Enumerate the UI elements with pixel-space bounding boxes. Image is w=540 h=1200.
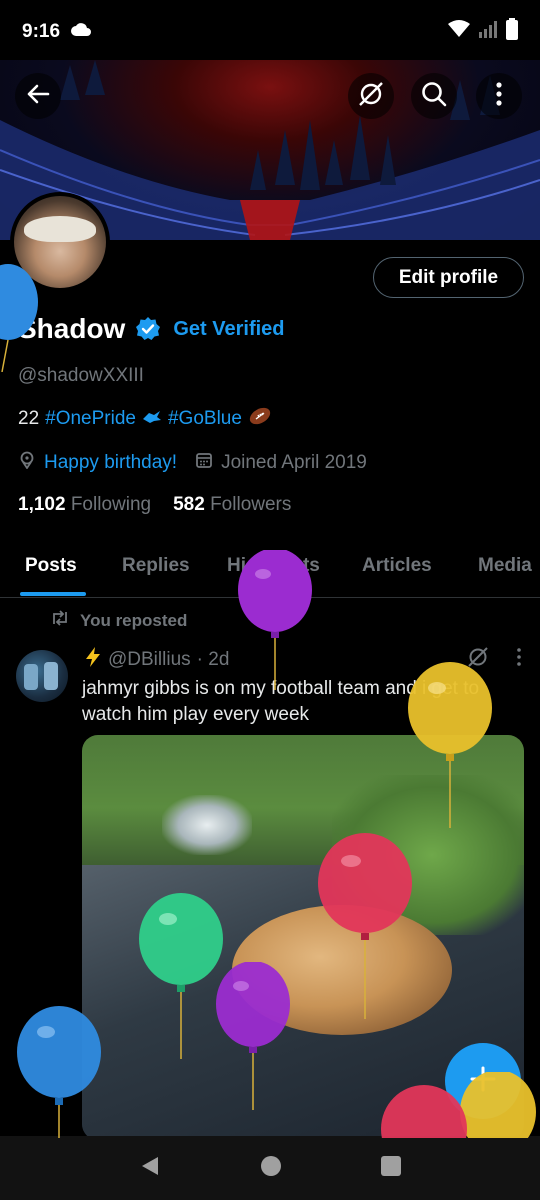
football-icon	[248, 406, 272, 432]
tab-posts[interactable]: Posts	[25, 540, 77, 577]
search-icon	[420, 80, 448, 113]
tab-articles[interactable]: Articles	[362, 540, 432, 577]
status-bar: 9:16	[0, 0, 540, 64]
balloon-purple-icon	[216, 962, 290, 1110]
repost-label: You reposted	[80, 610, 188, 630]
joined-date: Joined April 2019	[221, 452, 367, 473]
following-link[interactable]: 1,102 Following	[18, 494, 151, 516]
profile-bio: 22 #OnePride #GoBlue	[18, 406, 272, 432]
active-tab-indicator	[20, 592, 86, 596]
followers-count: 582	[173, 494, 205, 515]
post-author-avatar[interactable]	[16, 650, 68, 702]
following-count: 1,102	[18, 494, 66, 515]
arrow-left-icon	[25, 81, 51, 112]
followers-label: Followers	[210, 494, 292, 515]
follow-stats: 1,102 Following 582 Followers	[18, 494, 291, 516]
system-nav-bar	[0, 1136, 540, 1200]
tab-replies[interactable]: Replies	[122, 540, 190, 577]
followers-link[interactable]: 582 Followers	[173, 494, 291, 516]
repost-indicator: You reposted	[50, 610, 187, 631]
balloon-yellow-icon	[408, 662, 492, 828]
back-triangle-icon[interactable]	[138, 1154, 162, 1183]
more-vertical-icon[interactable]	[516, 647, 522, 672]
lion-icon	[142, 408, 162, 430]
grok-button[interactable]	[348, 73, 394, 119]
balloon-red-icon	[381, 1085, 467, 1138]
more-button[interactable]	[476, 73, 522, 119]
cloud-icon	[70, 21, 92, 43]
verified-badge-icon[interactable]	[135, 316, 161, 342]
tab-media[interactable]: Media	[478, 540, 532, 577]
post-time: · 2d	[196, 649, 230, 670]
balloon-blue-icon	[17, 1006, 101, 1138]
post-author-handle[interactable]: @DBillius	[108, 649, 191, 671]
wifi-icon	[448, 20, 470, 44]
grok-icon	[357, 80, 385, 113]
get-verified-link[interactable]: Get Verified	[173, 318, 284, 341]
birthday-link[interactable]: Happy birthday!	[44, 452, 177, 474]
balloon-blue-icon	[0, 264, 38, 372]
location-pin-icon	[18, 451, 36, 475]
balloon-yellow-icon	[460, 1072, 536, 1138]
balloon-green-icon	[139, 893, 223, 1059]
edit-profile-button[interactable]: Edit profile	[373, 257, 524, 298]
balloon-purple-icon	[238, 550, 312, 690]
repost-icon	[50, 610, 70, 631]
profile-meta: Happy birthday! Joined April 2019	[18, 451, 367, 475]
status-time: 9:16	[22, 21, 61, 42]
balloon-red-icon	[318, 833, 412, 1019]
post-header: @DBillius · 2d	[84, 646, 229, 674]
battery-icon	[506, 18, 518, 46]
hashtag-goblue[interactable]: #GoBlue	[168, 408, 242, 430]
following-label: Following	[70, 494, 152, 515]
calendar-icon	[195, 451, 213, 475]
signal-icon	[478, 20, 498, 44]
back-button[interactable]	[15, 73, 61, 119]
recents-square-icon[interactable]	[380, 1155, 402, 1182]
home-circle-icon[interactable]	[259, 1154, 283, 1183]
bio-text: 22	[18, 408, 40, 429]
name-row: Shadow Get Verified	[18, 313, 285, 345]
hashtag-onepride[interactable]: #OnePride	[45, 408, 136, 430]
more-vertical-icon	[495, 81, 503, 112]
search-button[interactable]	[411, 73, 457, 119]
lightning-icon	[84, 646, 102, 674]
